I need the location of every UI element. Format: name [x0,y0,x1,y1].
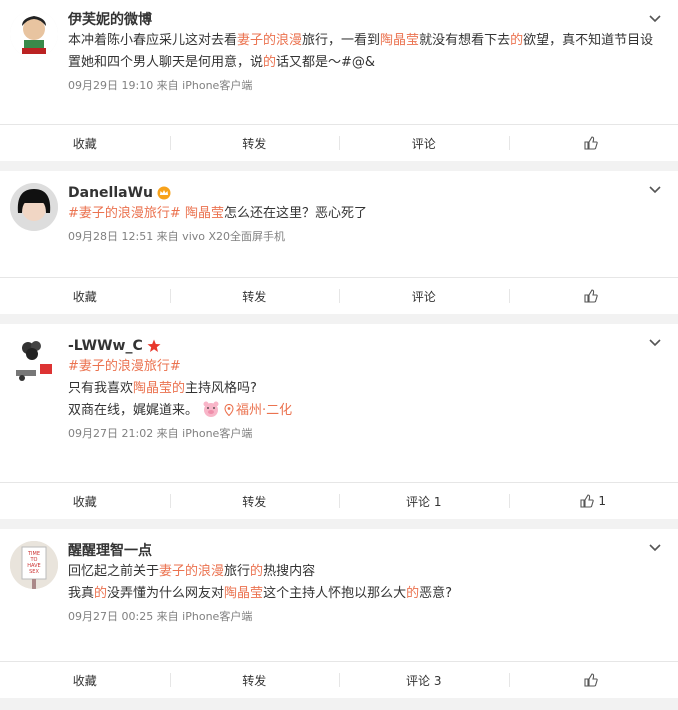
post-text-line: 双商在线，娓娓道来。 福州·二化 [68,400,662,422]
post-text: 回忆起之前关于妻子的浪漫旅行的热搜内容 我真的没弄懂为什么网友对陶晶莹这个主持人怀… [68,561,662,605]
keyword-highlight: 的 [94,586,108,601]
post-body: 伊芙妮的微博 本冲着陈小春应采儿这对去看妻子的浪漫旅行，一看到陶晶莹就没有想看下… [0,0,678,124]
author-row: -LWWw_C [68,336,662,356]
star-badge-icon[interactable] [147,339,161,353]
post-meta[interactable]: 09月27日 21:02 来自 iPhone客户端 [68,424,662,444]
svg-text:SEX: SEX [29,569,39,575]
post-text: 本冲着陈小春应采儿这对去看妻子的浪漫旅行，一看到陶晶莹就没有想看下去的欲望，真不… [68,30,662,74]
text-segment: 本冲着陈小春应采儿这对去看 [68,33,238,48]
keyword-highlight: 的 [263,55,277,70]
location-pin-icon [224,404,234,416]
thumbs-up-icon [584,136,598,150]
keyword-highlight: 的 [510,33,524,48]
keyword-highlight: 的 [172,381,186,396]
chevron-down-icon[interactable] [648,336,662,350]
avatar[interactable] [10,336,58,384]
thumbs-up-icon [580,494,595,508]
author-row: DanellaWu [68,183,662,203]
keyword-highlight: 的 [406,586,420,601]
avatar[interactable] [10,183,58,231]
post-meta[interactable]: 09月29日 19:10 来自 iPhone客户端 [68,76,662,96]
post-body: -LWWw_C #妻子的浪漫旅行# 只有我喜欢陶晶莹的主持风格吗? 双商在线，娓娓道… [0,324,678,482]
favorite-button[interactable]: 收藏 [0,662,170,698]
author-name[interactable]: DanellaWu [68,184,153,202]
keyword-highlight: 陶晶莹 [133,381,173,396]
text-segment: 旅行，一看到 [302,33,381,48]
post-body: DanellaWu #妻子的浪漫旅行# 陶晶莹怎么还在这里？恶心死了 09月28… [0,171,678,277]
like-button[interactable] [508,662,678,698]
text-segment: 回忆起之前关于 [68,564,160,579]
crown-badge-icon[interactable] [157,186,171,200]
favorite-button[interactable]: 收藏 [0,278,170,314]
text-segment: 热搜内容 [263,564,316,579]
post-meta[interactable]: 09月28日 12:51 来自 vivo X20全面屏手机 [68,227,662,247]
post-card: TIME TO HAVE SEX 醒醒理智一点 回忆起之前关于妻子的浪漫旅行的热搜内容… [0,529,678,698]
thumbs-up-icon [584,673,598,687]
post-text: #妻子的浪漫旅行# 陶晶莹怎么还在这里？恶心死了 [68,203,662,225]
repost-button[interactable]: 转发 [169,125,340,161]
like-button[interactable] [508,125,678,161]
author-name[interactable]: 伊芙妮的微博 [68,10,662,30]
hashtag-link[interactable]: #妻子的浪漫旅行# [68,206,181,221]
text-segment: 话又都是～#@& [276,55,376,70]
repost-button[interactable]: 转发 [169,662,340,698]
post-card: DanellaWu #妻子的浪漫旅行# 陶晶莹怎么还在这里？恶心死了 09月28… [0,171,678,314]
repost-button[interactable]: 转发 [169,483,340,519]
avatar[interactable] [10,10,58,58]
text-segment: 双商在线，娓娓道来。 [68,403,199,418]
text-segment: 没弄懂为什么网友对 [107,586,225,601]
text-segment: 我真 [68,586,95,601]
author-name[interactable]: -LWWw_C [68,337,143,355]
chevron-down-icon[interactable] [648,12,662,26]
like-button[interactable]: 1 [508,483,678,519]
keyword-highlight: 陶晶莹 [224,586,264,601]
comment-button[interactable]: 评论 [339,278,509,314]
chevron-down-icon[interactable] [648,541,662,555]
post-card: -LWWw_C #妻子的浪漫旅行# 只有我喜欢陶晶莹的主持风格吗? 双商在线，娓娓道… [0,324,678,519]
comment-button[interactable]: 评论 1 [339,483,509,519]
text-segment: 就没有想看下去 [419,33,511,48]
comment-button[interactable]: 评论 [339,125,509,161]
post-card: 伊芙妮的微博 本冲着陈小春应采儿这对去看妻子的浪漫旅行，一看到陶晶莹就没有想看下… [0,0,678,161]
post-body: TIME TO HAVE SEX 醒醒理智一点 回忆起之前关于妻子的浪漫旅行的热搜内容… [0,529,678,661]
location-text: 福州·二化 [236,403,293,418]
text-segment: 主持风格吗? [185,381,257,396]
text-segment: 恶意? [419,586,452,601]
action-bar: 收藏 转发 评论 1 1 [0,482,678,519]
text-segment: 这个主持人怀抱以那么大 [263,586,407,601]
action-bar: 收藏 转发 评论 [0,277,678,314]
post-text-line: 我真的没弄懂为什么网友对陶晶莹这个主持人怀抱以那么大的恶意? [68,583,662,605]
text-segment: 怎么还在这里？恶心死了 [223,206,367,221]
favorite-button[interactable]: 收藏 [0,125,170,161]
like-button[interactable] [508,278,678,314]
author-name[interactable]: 醒醒理智一点 [68,541,662,561]
keyword-highlight: 的 [250,564,264,579]
keyword-highlight: 陶晶莹 [184,206,224,221]
thumbs-up-icon [584,289,598,303]
keyword-highlight: 妻子的浪漫 [159,564,225,579]
chevron-down-icon[interactable] [648,183,662,197]
post-text-line: 本冲着陈小春应采儿这对去看妻子的浪漫旅行，一看到陶晶莹就没有想看下去的欲望，真不… [68,30,662,74]
keyword-highlight: 陶晶莹 [380,33,420,48]
post-text-line: 只有我喜欢陶晶莹的主持风格吗? [68,378,662,400]
post-text-line: 回忆起之前关于妻子的浪漫旅行的热搜内容 [68,561,662,583]
avatar[interactable]: TIME TO HAVE SEX [10,541,58,589]
action-bar: 收藏 转发 评论 3 [0,661,678,698]
action-bar: 收藏 转发 评论 [0,124,678,161]
post-text: #妻子的浪漫旅行# 只有我喜欢陶晶莹的主持风格吗? 双商在线，娓娓道来。 福州·二化 [68,356,662,422]
pig-emoji-icon [203,401,219,417]
repost-button[interactable]: 转发 [169,278,340,314]
text-segment: 旅行 [224,564,251,579]
text-segment: 只有我喜欢 [68,381,134,396]
favorite-button[interactable]: 收藏 [0,483,170,519]
post-meta[interactable]: 09月27日 00:25 来自 iPhone客户端 [68,607,662,627]
location-link[interactable]: 福州·二化 [224,403,292,418]
post-text-line: #妻子的浪漫旅行# [68,356,662,378]
post-text-line: #妻子的浪漫旅行# 陶晶莹怎么还在这里？恶心死了 [68,203,662,225]
keyword-highlight: 妻子的浪漫 [237,33,303,48]
hashtag-link[interactable]: #妻子的浪漫旅行# [68,359,181,374]
comment-button[interactable]: 评论 3 [339,662,509,698]
